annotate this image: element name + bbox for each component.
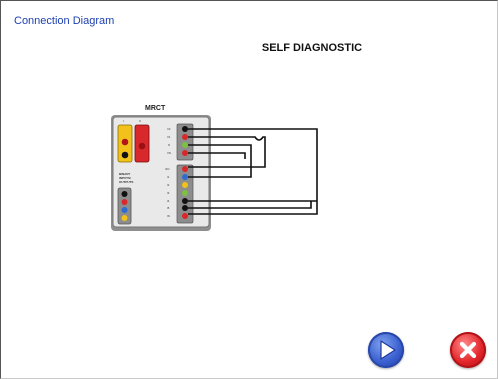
close-x-icon bbox=[459, 341, 477, 359]
page-heading: SELF DIAGNOSTIC bbox=[261, 42, 363, 54]
svg-text:V1: V1 bbox=[167, 135, 171, 139]
svg-text:II: II bbox=[139, 119, 141, 123]
svg-text:OUTPUTS: OUTPUTS bbox=[119, 180, 133, 184]
svg-text:IN: IN bbox=[167, 214, 170, 218]
play-arrow-icon bbox=[380, 340, 396, 360]
connection-diagram: BINARY INPUTS/ OUTPUTS I II V2 V1 N VN I… bbox=[111, 115, 318, 231]
next-button[interactable] bbox=[368, 332, 404, 368]
svg-text:N: N bbox=[168, 143, 170, 147]
app-window: Connection Diagram SELF DIAGNOSTIC MRCT … bbox=[0, 0, 498, 379]
svg-text:VN: VN bbox=[167, 151, 171, 155]
close-button[interactable] bbox=[450, 332, 486, 368]
window-title: Connection Diagram bbox=[14, 15, 115, 27]
svg-text:I1N: I1N bbox=[165, 167, 169, 171]
svg-text:V2: V2 bbox=[167, 127, 171, 131]
